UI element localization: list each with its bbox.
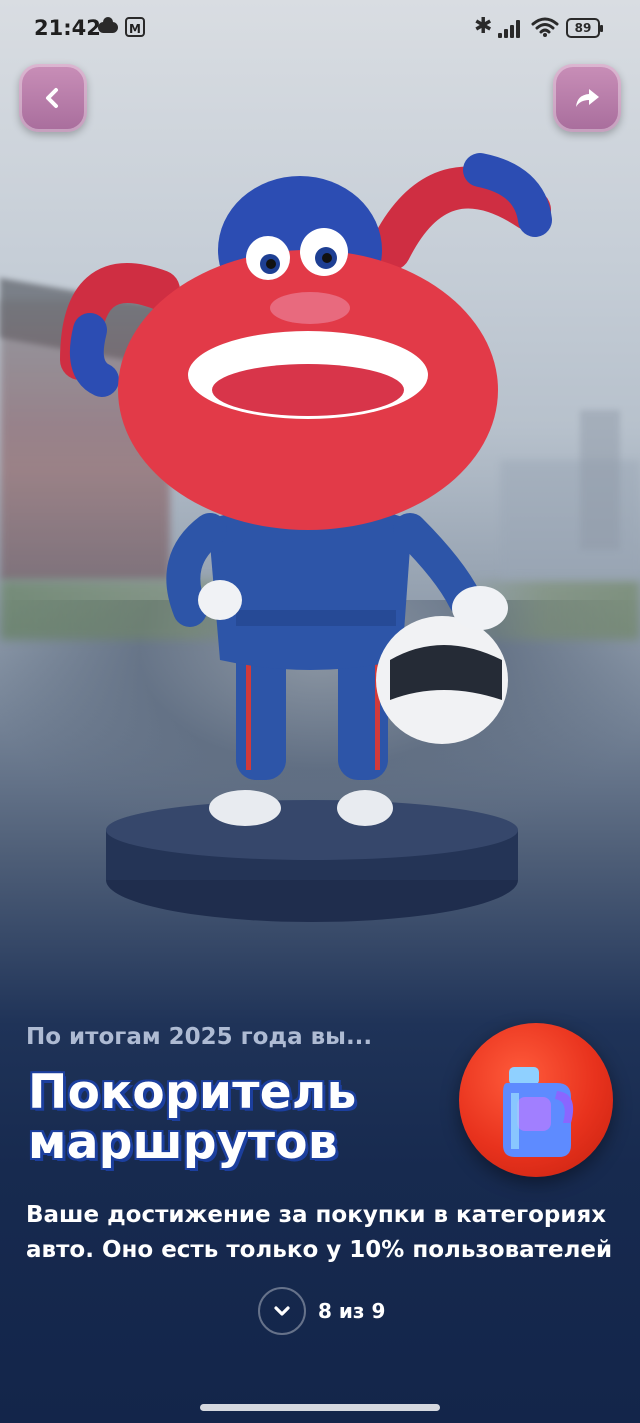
achievement-title: Покоритель маршрутов (28, 1065, 357, 1170)
story-screen: 21:42 M ✱ 89 По итогам 2025 года вы... П… (0, 0, 640, 1423)
chevron-down-icon (274, 1306, 290, 1316)
home-indicator[interactable] (200, 1404, 440, 1411)
share-arrow-icon (576, 89, 599, 107)
bluetooth-icon: ✱ (474, 14, 493, 39)
canister-icon (503, 1067, 574, 1157)
signal-icon (498, 20, 524, 38)
wifi-icon (531, 17, 559, 37)
achievement-badge (459, 1023, 613, 1177)
chevron-left-icon (46, 88, 58, 108)
achievement-description: Ваше достижение за покупки в категориях … (26, 1202, 613, 1263)
status-bar: 21:42 M ✱ 89 (0, 0, 640, 58)
battery-icon: 89 (566, 18, 603, 38)
share-button[interactable] (553, 64, 621, 132)
story-pager: 8 из 9 (258, 1286, 385, 1336)
mascot-illustration (60, 153, 552, 922)
story-subtitle: По итогам 2025 года вы... (26, 1024, 373, 1050)
cloud-icon (98, 17, 118, 33)
status-time: 21:42 (34, 16, 101, 40)
pager-counter: 8 из 9 (318, 1299, 386, 1323)
back-button[interactable] (19, 64, 87, 132)
m-app-icon: M (125, 17, 145, 37)
next-story-button[interactable] (258, 1287, 306, 1335)
